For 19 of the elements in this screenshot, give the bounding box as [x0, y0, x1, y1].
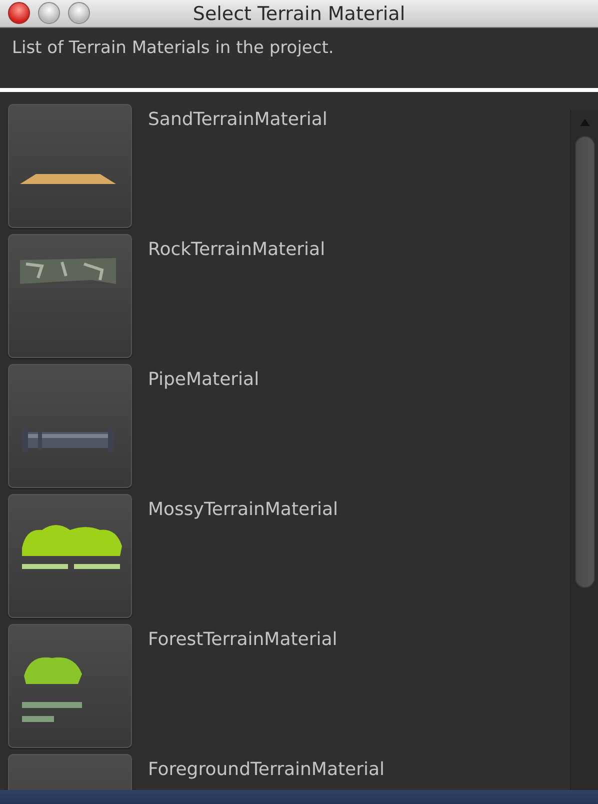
material-name[interactable]: RockTerrainMaterial — [148, 234, 326, 358]
forest-strip-drawing — [22, 657, 82, 722]
description-text: List of Terrain Materials in the project. — [12, 38, 334, 58]
scrollbar-thumb[interactable] — [574, 136, 594, 588]
material-name[interactable]: SandTerrainMaterial — [148, 104, 328, 228]
material-thumbnail-button[interactable] — [8, 104, 132, 228]
material-thumbnail-button[interactable] — [8, 624, 132, 748]
minimize-button[interactable] — [38, 2, 60, 24]
material-name[interactable]: MossyTerrainMaterial — [148, 494, 338, 618]
material-name[interactable]: ForestTerrainMaterial — [148, 624, 338, 748]
zoom-button[interactable] — [68, 2, 90, 24]
material-thumbnail-button[interactable] — [8, 494, 132, 618]
material-thumbnail-button[interactable] — [8, 364, 132, 488]
material-thumbnail-button[interactable] — [8, 234, 132, 358]
material-name[interactable]: ForegroundTerrainMaterial — [148, 754, 385, 790]
scrollbar[interactable] — [570, 110, 598, 790]
window-title: Select Terrain Material — [192, 2, 406, 24]
material-name[interactable]: PipeMaterial — [148, 364, 260, 488]
close-button[interactable] — [8, 2, 30, 24]
